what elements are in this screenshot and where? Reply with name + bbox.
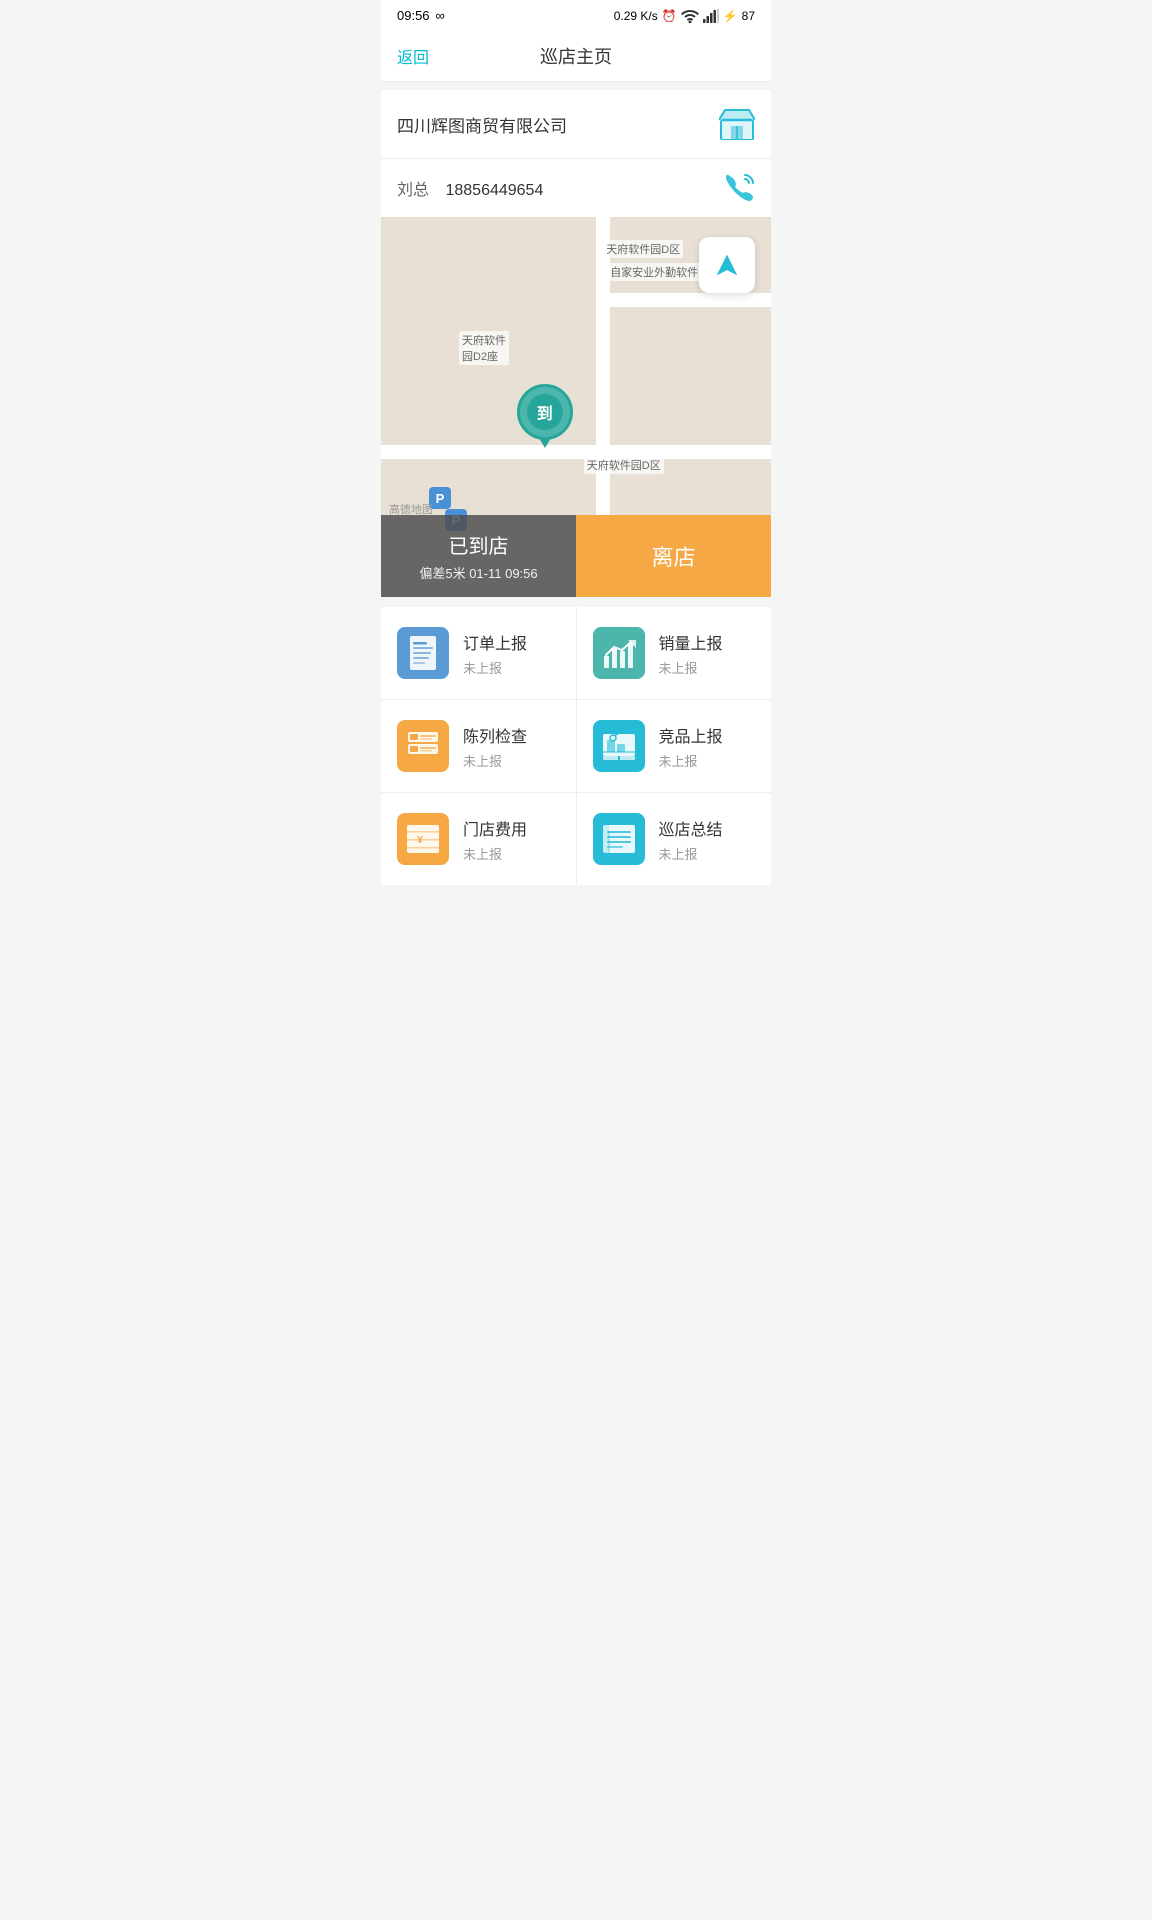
marker-outer: 到 — [517, 384, 573, 440]
sales-report-title: 销量上报 — [659, 630, 723, 654]
map-label-1: 天府软件园D区 — [603, 240, 683, 258]
company-row: 四川辉图商贸有限公司 — [381, 90, 771, 159]
contact-info: 刘总 18856449654 — [397, 176, 543, 200]
info-section: 四川辉图商贸有限公司 刘总 18856449654 — [381, 90, 771, 217]
time: 09:56 — [397, 8, 430, 23]
checkout-button[interactable]: 离店 — [576, 515, 771, 597]
menu-item-display-check[interactable]: 陈列检查 未上报 — [381, 700, 576, 792]
sales-report-icon — [593, 627, 645, 679]
status-right: 0.29 K/s ⏰ ⚡ 87 — [614, 9, 755, 23]
charging-icon: ⚡ — [723, 9, 738, 23]
store-expense-text: 门店费用 未上报 — [463, 816, 527, 863]
display-check-title: 陈列检查 — [463, 723, 527, 747]
phone-call-icon[interactable] — [725, 173, 755, 203]
display-check-text: 陈列检查 未上报 — [463, 723, 527, 770]
contact-title: 刘总 — [397, 182, 429, 199]
checkin-done-title: 已到店 — [449, 530, 509, 559]
marker-text: 到 — [537, 400, 553, 424]
back-button[interactable]: 返回 — [397, 44, 429, 68]
map-container: 天府软件园D区 自家安业外勤软件公司 天府软件园D2座 天府软件园D区 P P … — [381, 217, 771, 597]
display-check-status: 未上报 — [463, 751, 527, 770]
menu-item-store-expense[interactable]: ¥ 门店费用 未上报 — [381, 793, 576, 885]
location-marker: 到 — [517, 384, 573, 448]
navigate-button[interactable] — [699, 237, 755, 293]
sales-report-text: 销量上报 未上报 — [659, 630, 723, 677]
menu-item-sales-report[interactable]: 销量上报 未上报 — [577, 607, 772, 699]
competitor-report-title: 竞品上报 — [659, 723, 723, 747]
store-icon[interactable] — [719, 106, 755, 142]
company-name: 四川辉图商贸有限公司 — [397, 112, 567, 137]
menu-item-tour-summary[interactable]: 巡店总结 未上报 — [577, 793, 772, 885]
app-header: 返回 巡店主页 — [381, 31, 771, 82]
checkin-done: 已到店 偏差5米 01-11 09:56 — [381, 515, 576, 597]
competitor-report-icon — [593, 720, 645, 772]
store-expense-title: 门店费用 — [463, 816, 527, 840]
marker-inner: 到 — [527, 394, 563, 430]
order-report-text: 订单上报 未上报 — [463, 630, 527, 677]
order-report-icon — [397, 627, 449, 679]
svg-text:¥: ¥ — [417, 835, 423, 846]
alarm-icon: ⏰ — [662, 9, 677, 23]
status-left: 09:56 ∞ — [397, 8, 445, 23]
menu-grid: 订单上报 未上报 销量上报 未上报 — [381, 607, 771, 885]
tour-summary-status: 未上报 — [659, 844, 723, 863]
status-bar: 09:56 ∞ 0.29 K/s ⏰ ⚡ 87 — [381, 0, 771, 31]
checkin-bar: 已到店 偏差5米 01-11 09:56 离店 — [381, 515, 771, 597]
competitor-report-status: 未上报 — [659, 751, 723, 770]
order-report-title: 订单上报 — [463, 630, 527, 654]
display-check-icon — [397, 720, 449, 772]
competitor-report-text: 竞品上报 未上报 — [659, 723, 723, 770]
phone-number: 18856449654 — [445, 182, 543, 199]
map-label-4: 天府软件园D区 — [584, 456, 664, 474]
tour-summary-icon — [593, 813, 645, 865]
signal-icon — [703, 9, 719, 23]
menu-item-order-report[interactable]: 订单上报 未上报 — [381, 607, 576, 699]
page-title: 巡店主页 — [540, 43, 612, 69]
tour-summary-title: 巡店总结 — [659, 816, 723, 840]
sales-report-status: 未上报 — [659, 658, 723, 677]
contact-row: 刘总 18856449654 — [381, 159, 771, 217]
infinity-icon: ∞ — [436, 8, 445, 23]
battery: 87 — [742, 9, 755, 23]
network-speed: 0.29 K/s — [614, 9, 658, 23]
store-expense-icon: ¥ — [397, 813, 449, 865]
checkin-done-subtitle: 偏差5米 01-11 09:56 — [419, 563, 537, 582]
map-label-3: 天府软件园D2座 — [459, 331, 509, 365]
wifi-icon — [681, 9, 699, 23]
store-expense-status: 未上报 — [463, 844, 527, 863]
menu-item-competitor-report[interactable]: 竞品上报 未上报 — [577, 700, 772, 792]
tour-summary-text: 巡店总结 未上报 — [659, 816, 723, 863]
order-report-status: 未上报 — [463, 658, 527, 677]
